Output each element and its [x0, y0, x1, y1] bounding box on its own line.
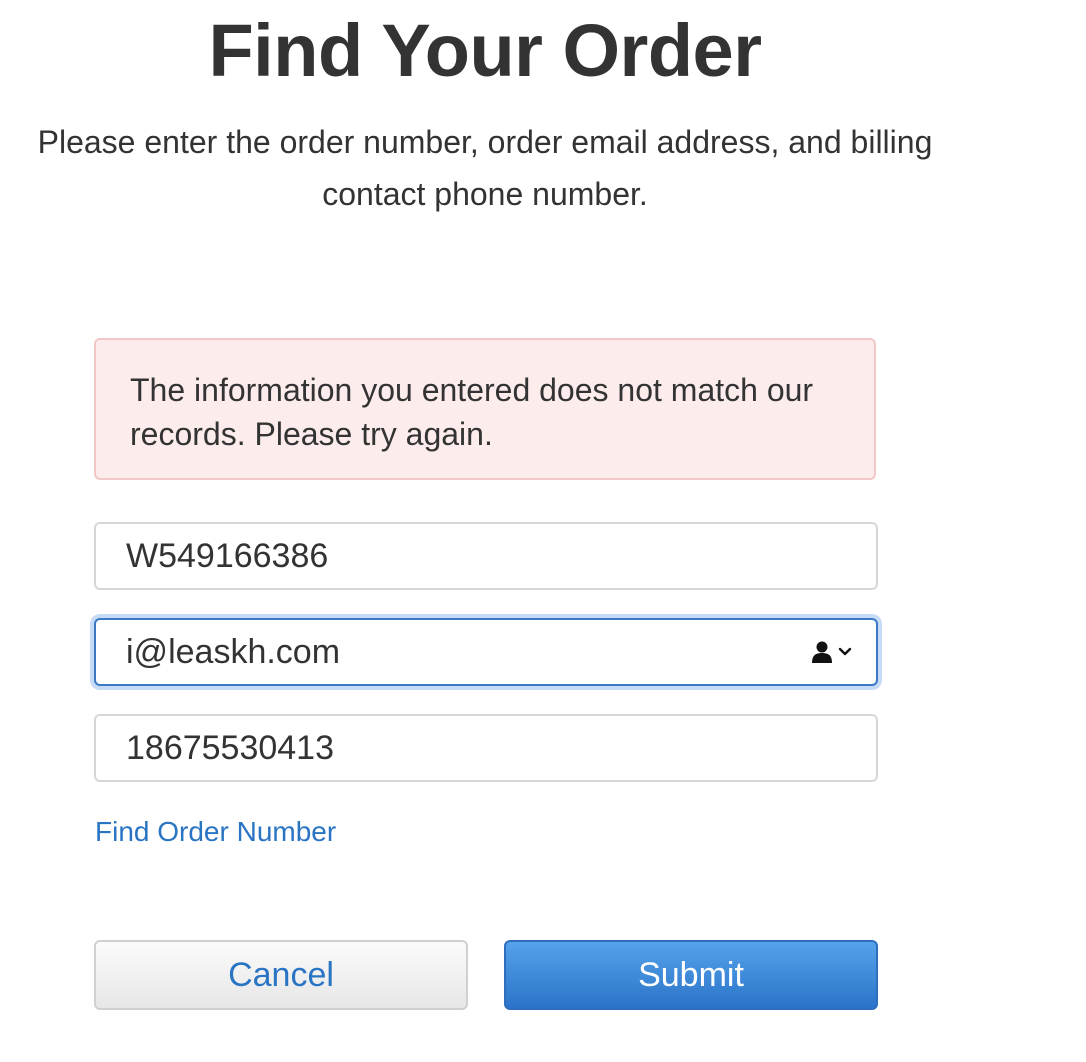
- error-message-box: The information you entered does not mat…: [94, 338, 876, 480]
- email-field[interactable]: i@leaskh.com: [94, 618, 878, 686]
- page-subtitle: Please enter the order number, order ema…: [37, 124, 933, 212]
- phone-field[interactable]: 18675530413: [94, 714, 878, 782]
- find-order-page: Find Your Order Please enter the order n…: [0, 0, 1086, 1062]
- error-message-text: The information you entered does not mat…: [130, 372, 814, 452]
- chevron-down-icon: [838, 647, 852, 656]
- email-value: i@leaskh.com: [126, 632, 341, 671]
- page-title: Find Your Order: [208, 9, 762, 92]
- find-order-number-link[interactable]: Find Order Number: [95, 816, 336, 848]
- contact-autofill-icon: [812, 641, 832, 663]
- submit-button[interactable]: Submit: [504, 940, 878, 1010]
- order-number-value: W549166386: [126, 536, 329, 575]
- order-number-field[interactable]: W549166386: [94, 522, 878, 590]
- contact-autofill-button[interactable]: [810, 640, 852, 664]
- phone-value: 18675530413: [126, 728, 335, 767]
- cancel-button[interactable]: Cancel: [94, 940, 468, 1010]
